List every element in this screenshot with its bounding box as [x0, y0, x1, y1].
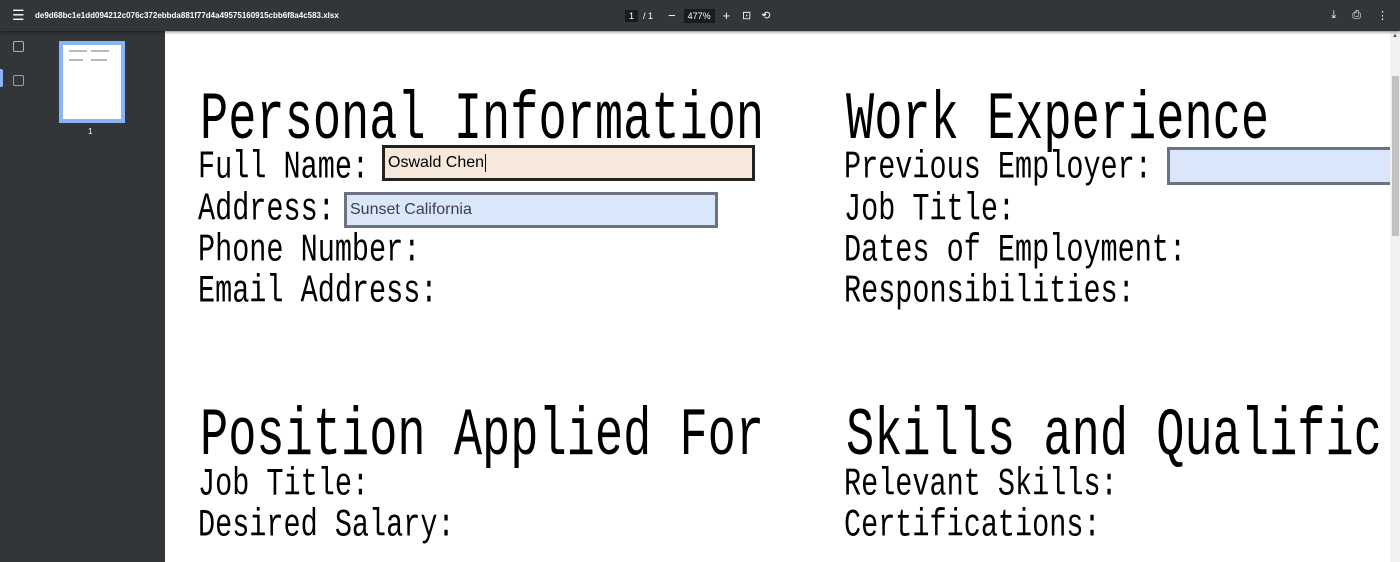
print-icon[interactable]: ⎙: [1352, 9, 1361, 22]
dates-label: Dates of Employment:: [844, 228, 1187, 273]
file-name: de9d68bc1e1dd094212c076c372ebbda881f77d4…: [35, 11, 339, 20]
page-thumbnail[interactable]: [59, 41, 125, 123]
menu-icon[interactable]: ☰: [12, 0, 25, 31]
responsibilities-label: Responsibilities:: [844, 269, 1135, 314]
page-total: / 1: [643, 10, 654, 21]
pdf-toolbar: ☰ de9d68bc1e1dd094212c076c372ebbda881f77…: [0, 0, 1400, 31]
scroll-up-icon[interactable]: ▲: [1392, 33, 1398, 39]
salary-label: Desired Salary:: [198, 503, 455, 548]
view-controls: ⊡ ⟲: [742, 0, 770, 31]
text-caret: [485, 154, 487, 172]
vertical-scrollbar[interactable]: ▲: [1390, 31, 1400, 562]
more-icon[interactable]: ⋮: [1377, 9, 1388, 22]
phone-label: Phone Number:: [198, 228, 421, 273]
email-label: Email Address:: [198, 269, 438, 314]
sidebar: 1: [0, 31, 165, 562]
skills-label: Relevant Skills:: [844, 462, 1118, 507]
thumbnails-icon[interactable]: [13, 41, 24, 52]
address-field[interactable]: Sunset California: [344, 192, 718, 228]
selected-indicator: [0, 69, 3, 87]
zoom-controls: − 477% +: [668, 0, 730, 31]
full-name-field[interactable]: Oswald Chen: [382, 145, 755, 181]
outline-icon[interactable]: [13, 75, 24, 86]
work-job-title-label: Job Title:: [844, 187, 1016, 232]
certifications-label: Certifications:: [844, 503, 1101, 548]
actions: ⤓ ⎙ ⋮: [1331, 0, 1388, 31]
page-number-input[interactable]: 1: [625, 9, 639, 22]
thumbnail-label: 1: [88, 127, 93, 136]
address-label: Address:: [198, 187, 335, 232]
scrollbar-thumb[interactable]: [1392, 76, 1399, 236]
pdf-page: Personal Information Full Name: Oswald C…: [165, 31, 1390, 562]
zoom-in-button[interactable]: +: [723, 8, 731, 23]
zoom-input[interactable]: 477%: [683, 8, 715, 23]
employer-label: Previous Employer:: [844, 145, 1152, 190]
full-name-label: Full Name:: [198, 145, 370, 190]
page-indicator: 1 / 1: [625, 0, 653, 31]
zoom-out-button[interactable]: −: [668, 8, 676, 23]
full-name-value: Oswald Chen: [388, 154, 485, 171]
employer-field[interactable]: [1167, 147, 1390, 185]
download-icon[interactable]: ⤓: [1331, 9, 1336, 22]
fit-page-icon[interactable]: ⊡: [742, 9, 751, 22]
position-job-title-label: Job Title:: [198, 462, 370, 507]
rotate-icon[interactable]: ⟲: [761, 9, 770, 22]
address-value: Sunset California: [350, 201, 472, 218]
